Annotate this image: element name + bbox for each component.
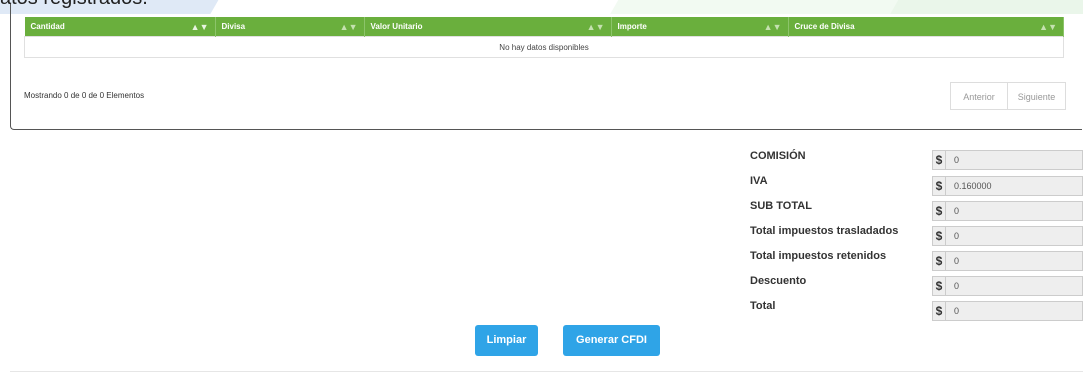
total-input[interactable]: 0 [946,301,1083,321]
column-header-divisa[interactable]: Divisa ▲▼ [215,17,365,37]
field-descuento: $ 0 [932,276,1083,296]
column-label: Cruce de Divisa [794,22,855,31]
field-impuestos-trasladados: $ 0 [932,226,1083,246]
field-iva: $ 0.160000 [932,176,1083,196]
column-label: Divisa [221,22,246,31]
dollar-icon: $ [932,301,946,321]
sort-icon: ▲▼ [586,22,605,32]
field-comision: $ 0 [932,150,1083,170]
field-impuestos-retenidos: $ 0 [932,251,1083,271]
label-comision: COMISIÓN [750,150,806,162]
empty-message: No hay datos disponibles [24,36,1064,58]
sub-total-input[interactable]: 0 [946,201,1083,221]
pagination: Anterior Siguiente [950,82,1066,110]
divider [10,371,1083,372]
table-header-row: Cantidad ▲▼ Divisa ▲▼ Valor Unitario ▲▼ … [24,17,1064,37]
table-info: Mostrando 0 de 0 de 0 Elementos [24,91,145,100]
descuento-input[interactable]: 0 [946,276,1083,296]
label-descuento: Descuento [750,275,807,287]
sort-icon: ▲▼ [763,22,782,32]
comision-input[interactable]: 0 [946,150,1083,170]
field-sub-total: $ 0 [932,201,1083,221]
label-sub-total: SUB TOTAL [750,200,812,212]
label-impuestos-trasladados: Total impuestos trasladados [750,225,899,237]
clear-button[interactable]: Limpiar [475,325,538,356]
sort-icon: ▲▼ [339,22,358,32]
impuestos-trasladados-input[interactable]: 0 [946,226,1083,246]
dollar-icon: $ [932,276,946,296]
column-label: Cantidad [30,22,65,31]
dollar-icon: $ [932,251,946,271]
label-impuestos-retenidos: Total impuestos retenidos [750,250,887,262]
generate-cfdi-button[interactable]: Generar CFDI [563,325,660,356]
label-total: Total [750,300,776,312]
label-iva: IVA [750,175,768,187]
previous-page-button[interactable]: Anterior [950,82,1008,110]
column-header-importe[interactable]: Importe ▲▼ [611,17,789,37]
sort-icon: ▲▼ [190,22,209,32]
column-header-cruce-de-divisa[interactable]: Cruce de Divisa ▲▼ [788,17,1064,37]
items-table: Cantidad ▲▼ Divisa ▲▼ Valor Unitario ▲▼ … [24,17,1064,58]
column-label: Importe [617,22,647,31]
sort-icon: ▲▼ [1039,22,1057,32]
field-total: $ 0 [932,301,1083,321]
dollar-icon: $ [932,226,946,246]
table-row: No hay datos disponibles [24,36,1064,58]
impuestos-retenidos-input[interactable]: 0 [946,251,1083,271]
dollar-icon: $ [932,176,946,196]
next-page-button[interactable]: Siguiente [1008,82,1066,110]
dollar-icon: $ [932,201,946,221]
column-header-cantidad[interactable]: Cantidad ▲▼ [24,17,216,37]
column-header-valor-unitario[interactable]: Valor Unitario ▲▼ [364,17,612,37]
dollar-icon: $ [932,150,946,170]
column-label: Valor Unitario [370,22,423,31]
iva-input[interactable]: 0.160000 [946,176,1083,196]
